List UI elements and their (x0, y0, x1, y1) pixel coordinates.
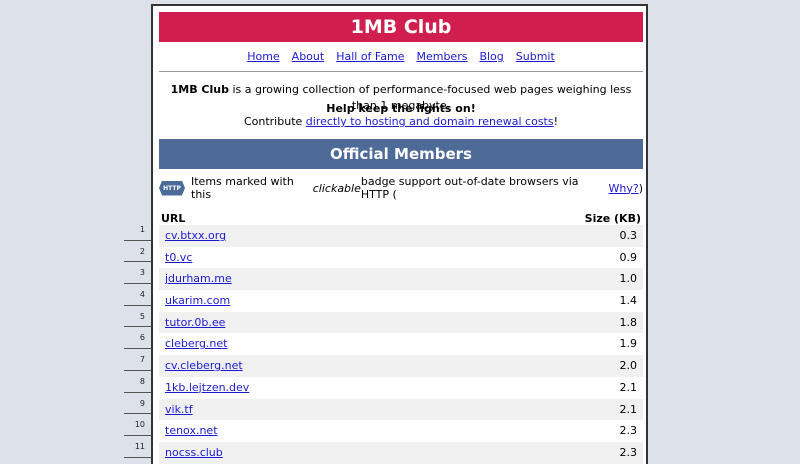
member-size: 2.1 (619, 380, 638, 394)
row-number: 11 (124, 436, 151, 458)
row-number: 6 (124, 327, 151, 350)
member-size: 2.0 (619, 359, 638, 373)
member-link[interactable]: cv.btxx.org (165, 229, 226, 242)
intro-brand: 1MB Club (170, 83, 229, 96)
note-suffix: badge support out-of-date browsers via H… (360, 175, 579, 201)
table-row: jdurham.me 1.0 (159, 268, 643, 291)
table-row: vik.tf 2.1 (159, 398, 643, 421)
nav-hall-of-fame[interactable]: Hall of Fame (336, 50, 404, 66)
table-row: nocss.club 2.3 (159, 441, 643, 464)
member-link[interactable]: tenox.net (165, 424, 218, 437)
member-link[interactable]: tutor.0b.ee (165, 316, 225, 329)
table-row: tenox.net 2.3 (159, 420, 643, 442)
row-number: 5 (124, 306, 151, 328)
page-container: 1MB Club Home About Hall of Fame Members… (151, 4, 648, 464)
table-row: tutor.0b.ee 1.8 (159, 311, 643, 334)
row-number: 8 (124, 371, 151, 393)
main-nav: Home About Hall of Fame Members Blog Sub… (159, 50, 643, 66)
row-number: 7 (124, 349, 151, 371)
member-size: 1.8 (619, 315, 638, 329)
row-number: 4 (124, 284, 151, 306)
members-table: cv.btxx.org 0.3 t0.vc 0.9 jdurham.me 1.0 uk… (159, 225, 643, 464)
member-size: 2.1 (619, 402, 638, 416)
table-header: URL Size (KB) (159, 210, 643, 226)
divider (159, 71, 643, 72)
site-title: 1MB Club (159, 12, 643, 42)
member-size: 1.4 (619, 294, 638, 308)
member-size: 1.9 (619, 337, 638, 351)
member-link[interactable]: cv.cleberg.net (165, 359, 243, 372)
nav-submit[interactable]: Submit (516, 50, 555, 66)
member-size: 0.9 (619, 250, 638, 264)
row-number: 2 (124, 241, 151, 263)
table-row: ukarim.com 1.4 (159, 290, 643, 312)
nav-members[interactable]: Members (416, 50, 467, 66)
member-link[interactable]: ukarim.com (165, 294, 230, 307)
members-title: Official Members (159, 139, 643, 169)
member-link[interactable]: nocss.club (165, 446, 223, 459)
support-link[interactable]: directly to hosting and domain renewal c… (306, 115, 554, 128)
column-url: URL (161, 212, 186, 225)
row-number-gutter: 1 2 3 4 5 6 7 8 9 10 11 (124, 219, 151, 458)
table-row: t0.vc 0.9 (159, 247, 643, 269)
member-link[interactable]: cleberg.net (165, 337, 227, 350)
nav-home[interactable]: Home (247, 50, 279, 66)
nav-blog[interactable]: Blog (479, 50, 503, 66)
support-heading: Help keep the lights on! (326, 102, 476, 115)
why-link[interactable]: Why? (609, 182, 639, 195)
row-number: 3 (124, 262, 151, 285)
member-size: 0.3 (619, 229, 638, 242)
support-section: Help keep the lights on! Contribute dire… (159, 102, 643, 128)
member-link[interactable]: vik.tf (165, 403, 193, 416)
column-size: Size (KB) (584, 212, 641, 225)
member-link[interactable]: t0.vc (165, 251, 192, 264)
table-row: cv.btxx.org 0.3 (159, 225, 643, 247)
http-badge[interactable]: HTTP (159, 180, 185, 196)
member-size: 1.0 (619, 272, 638, 286)
row-number: 10 (124, 414, 151, 436)
note-end: ) (638, 181, 643, 195)
member-size: 2.3 (619, 424, 638, 438)
row-number: 9 (124, 393, 151, 415)
note-emphasis: clickable (312, 181, 361, 195)
row-number: 1 (124, 219, 151, 241)
table-row: cv.cleberg.net 2.0 (159, 355, 643, 377)
member-link[interactable]: 1kb.lejtzen.dev (165, 381, 249, 394)
table-row: cleberg.net 1.9 (159, 333, 643, 355)
http-note: HTTP Items marked with this clickable ba… (159, 175, 643, 201)
support-prefix: Contribute (243, 115, 306, 128)
nav-about[interactable]: About (292, 50, 325, 66)
member-link[interactable]: jdurham.me (165, 272, 232, 285)
member-size: 2.3 (619, 445, 638, 459)
table-row: 1kb.lejtzen.dev 2.1 (159, 377, 643, 399)
note-prefix: Items marked with this (191, 175, 294, 201)
support-suffix: ! (553, 115, 559, 128)
